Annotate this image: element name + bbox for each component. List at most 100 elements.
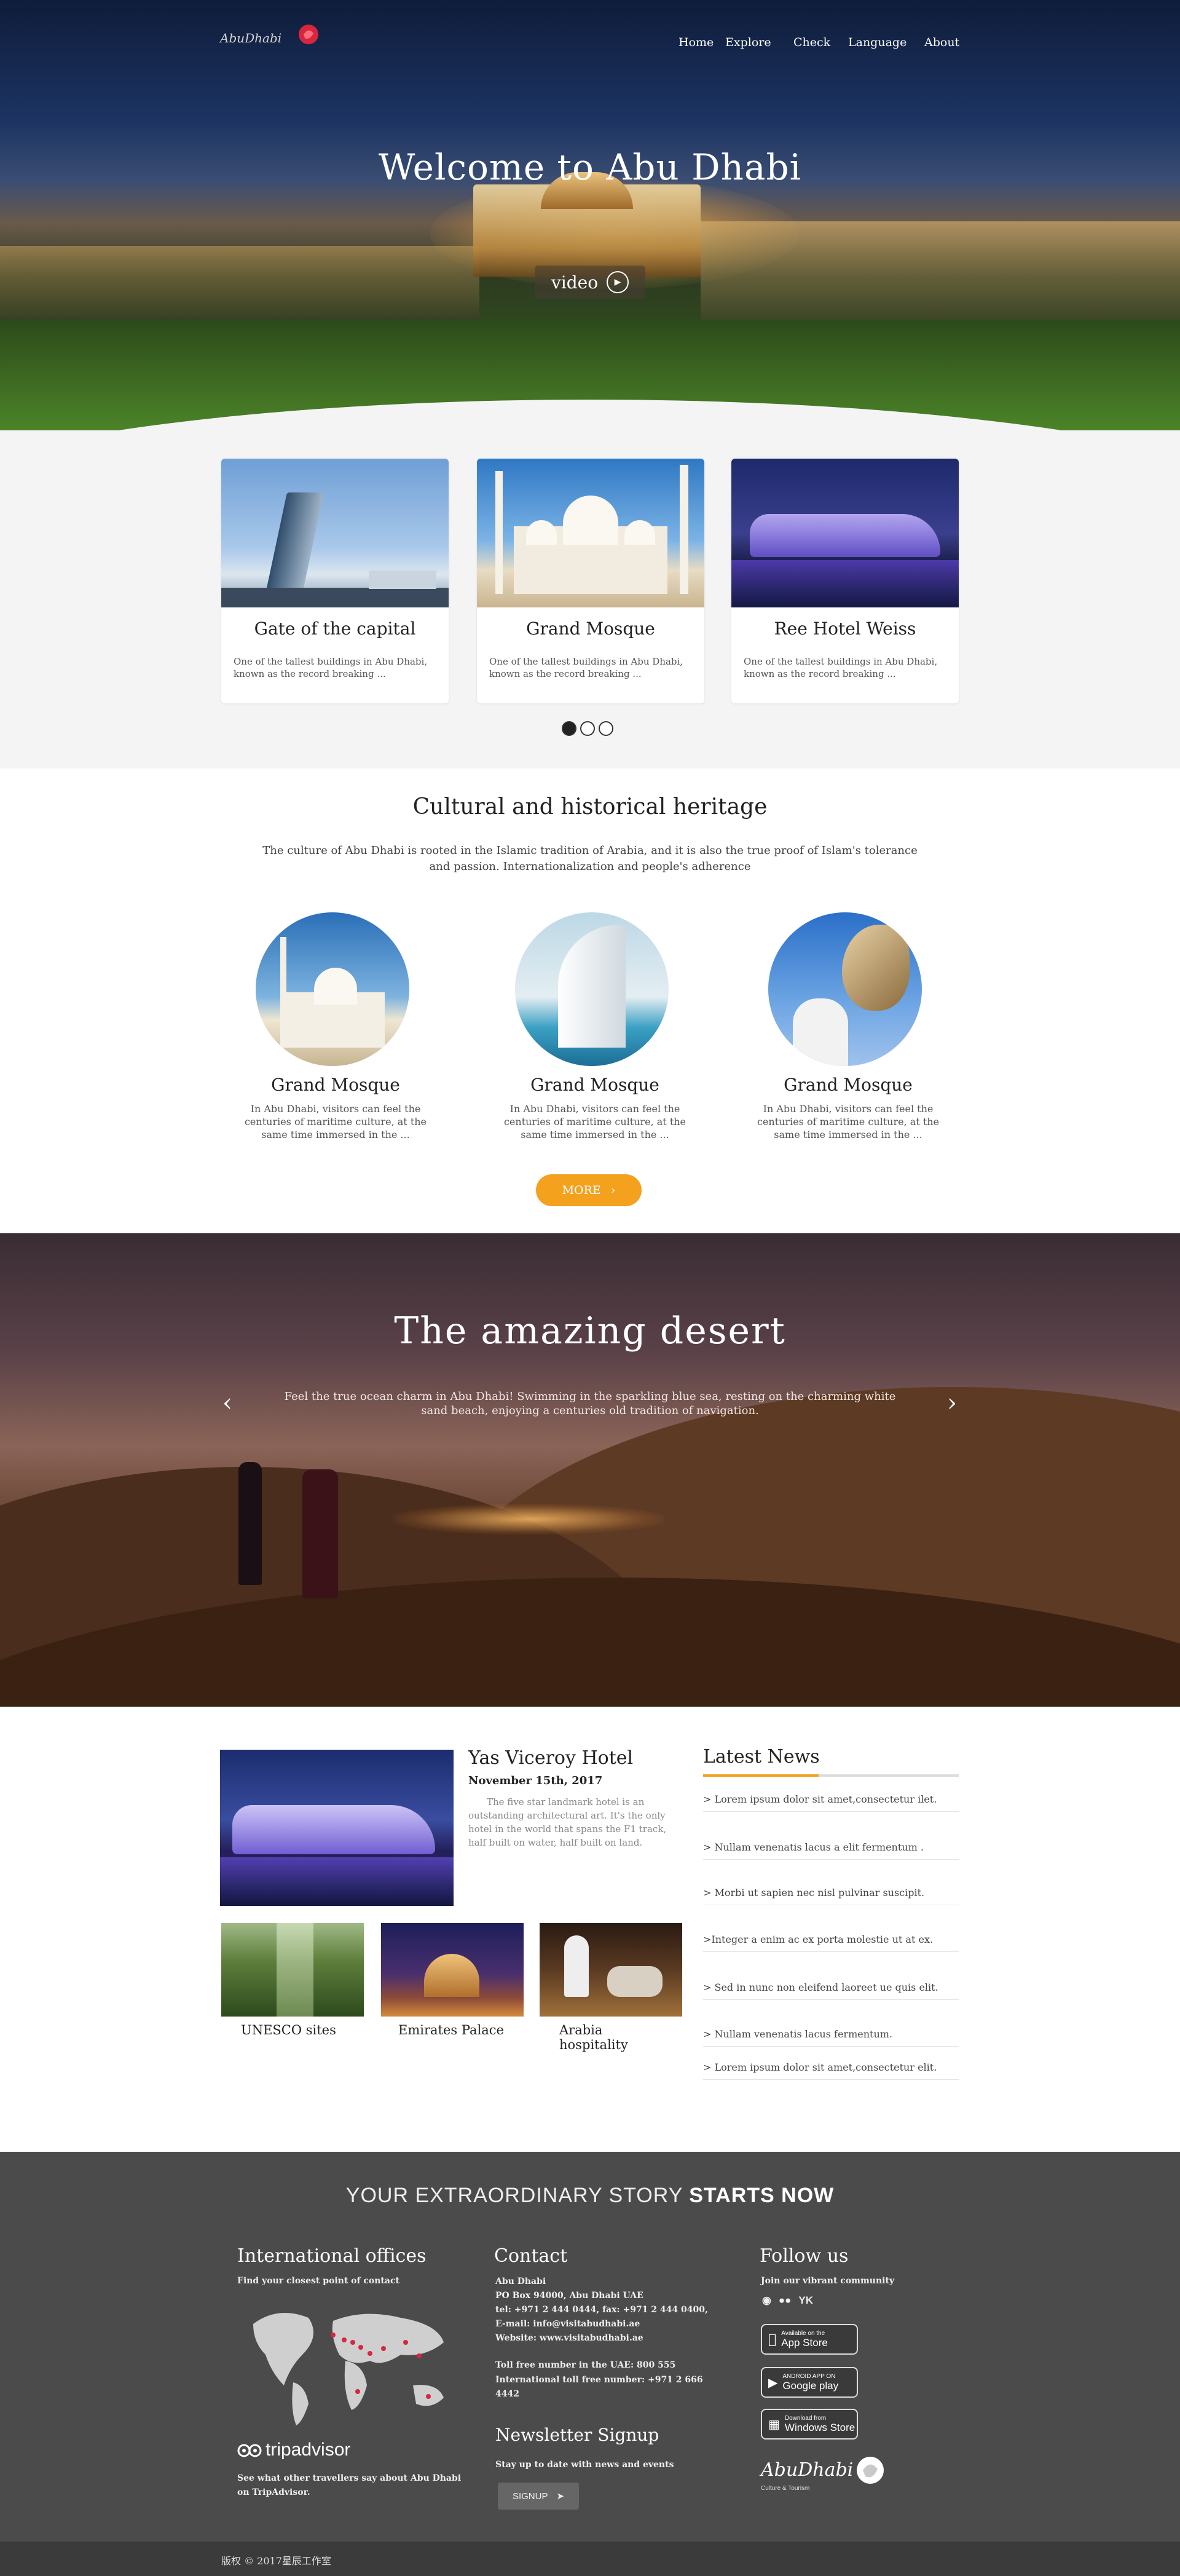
thumb-label[interactable]: Arabia hospitality	[559, 2023, 651, 2052]
video-button[interactable]: video ▶	[535, 266, 645, 299]
carousel-dot-3[interactable]	[599, 721, 613, 736]
tripadvisor-text: tripadvisor	[266, 2440, 351, 2460]
app-store-button[interactable]:  Available on theApp Store	[761, 2324, 858, 2355]
footer-banner: YOUR EXTRAORDINARY STORY STARTS NOW	[0, 2184, 1180, 2208]
thumb-image-hospitality[interactable]	[540, 1923, 682, 2017]
card-image-hotel	[731, 459, 959, 607]
desert-person	[302, 1469, 338, 1598]
nav-home[interactable]: Home	[678, 36, 714, 49]
store-big-text: Windows Store	[784, 2422, 856, 2433]
hero-title: Welcome to Abu Dhabi	[378, 146, 802, 188]
card-ree-hotel[interactable]: Ree Hotel Weiss One of the tallest build…	[731, 459, 959, 703]
video-label: video	[551, 272, 599, 293]
news-item-text: Nullam venenatis lacus a elit fermentum …	[714, 1841, 924, 1853]
tripadvisor-logo[interactable]: tripadvisor	[237, 2440, 350, 2460]
more-button[interactable]: MORE ›	[536, 1174, 642, 1206]
heritage-intro: The culture of Abu Dhabi is rooted in th…	[262, 844, 918, 873]
footer-logo[interactable]: AbuDhabi Culture & Tourism	[761, 2453, 896, 2508]
thumb-label[interactable]: UNESCO sites	[241, 2023, 336, 2037]
site-logo[interactable]: AbuDhabi	[220, 22, 331, 53]
google-play-button[interactable]: ▶ ANDROID APP ON Google play	[761, 2367, 858, 2398]
news-item[interactable]: > Nullam venenatis lacus a elit fermentu…	[703, 1841, 959, 1860]
tripadvisor-owl-icon	[237, 2444, 262, 2457]
card-gate-of-capital[interactable]: Gate of the capital One of the tallest b…	[221, 459, 449, 703]
world-map-icon[interactable]	[241, 2299, 456, 2428]
card-grand-mosque[interactable]: Grand Mosque One of the tallest building…	[477, 459, 704, 703]
heritage-item-text: In Abu Dhabi, visitors can feel the cent…	[757, 1103, 940, 1140]
heritage-item-text: In Abu Dhabi, visitors can feel the cent…	[244, 1103, 427, 1140]
copyright-text: 版权 © 2017星辰工作室	[221, 2555, 331, 2567]
heritage-item-title: Grand Mosque	[530, 1075, 659, 1095]
offices-title: International offices	[237, 2245, 427, 2267]
wechat-icon[interactable]: ●●	[779, 2294, 792, 2307]
news-item[interactable]: > Lorem ipsum dolor sit amet,consectetur…	[703, 1793, 959, 1812]
logo-mark-icon	[857, 2457, 884, 2484]
featured-date: November 15th, 2017	[468, 1774, 603, 1787]
news-item-text: Lorem ipsum dolor sit amet,consectetur i…	[714, 1793, 937, 1805]
nav-about[interactable]: About	[924, 36, 959, 49]
logo-mark-icon	[299, 25, 318, 44]
store-small-text: Available on the	[773, 2330, 825, 2337]
contact-website[interactable]: Website: www.visitabudhabi.ae	[495, 2331, 729, 2345]
heritage-item-title: Grand Mosque	[271, 1075, 400, 1095]
youku-icon[interactable]: YK	[798, 2294, 813, 2307]
hero-banner	[0, 0, 1180, 430]
chevron-right-icon: >	[703, 1981, 715, 1993]
contact-line: tel: +971 2 444 0444, fax: +971 2 444 04…	[495, 2305, 708, 2315]
signup-label: SIGNUP	[512, 2491, 548, 2502]
featured-image-hotel[interactable]	[220, 1750, 454, 1906]
carousel-dot-2[interactable]	[580, 721, 595, 736]
chevron-right-icon[interactable]: ›	[943, 1389, 961, 1416]
heritage-item-title: Grand Mosque	[784, 1075, 913, 1095]
news-divider-accent	[703, 1774, 819, 1777]
card-title: Ree Hotel Weiss	[774, 618, 916, 639]
store-big-text: App Store	[773, 2337, 828, 2349]
contact-intl-toll: International toll free number: +971 2 6…	[495, 2375, 703, 2399]
chevron-right-icon: >	[703, 2061, 715, 2073]
footer-banner-text: YOUR EXTRAORDINARY STORY	[345, 2184, 690, 2207]
latest-news-title: Latest News	[703, 1746, 820, 1768]
thumb-image-unesco[interactable]	[221, 1923, 364, 2017]
contact-line: PO Box 94000, Abu Dhabi UAE	[495, 2291, 643, 2301]
nav-explore[interactable]: Explore	[725, 36, 771, 49]
nav-check[interactable]: Check	[793, 36, 830, 49]
thumb-label[interactable]: Emirates Palace	[398, 2023, 504, 2037]
contact-email[interactable]: E-mail: info@visitabudhabi.ae	[495, 2317, 729, 2331]
windows-store-button[interactable]: ▦ Download from Windows Store	[761, 2409, 858, 2440]
nav-language[interactable]: Language	[848, 36, 907, 49]
logo-text: AbuDhabi	[220, 31, 282, 45]
weibo-icon[interactable]: ◉	[762, 2294, 771, 2307]
chevron-right-icon: >	[703, 1793, 715, 1805]
news-item[interactable]: > Lorem ipsum dolor sit amet,consectetur…	[703, 2061, 959, 2080]
signup-button[interactable]: SIGNUP ➤	[498, 2483, 579, 2510]
news-item-text: Sed in nunc non eleifend laoreet ue quis…	[714, 1981, 938, 1993]
featured-title[interactable]: Yas Viceroy Hotel	[468, 1747, 633, 1769]
store-big-text: Google play	[782, 2380, 839, 2392]
desert-banner	[0, 1233, 1180, 1707]
news-item[interactable]: > Morbi ut sapien nec nisl pulvinar susc…	[703, 1886, 959, 1905]
chevron-left-icon[interactable]: ‹	[218, 1389, 237, 1416]
tripadvisor-text: See what other travellers say about Abu …	[237, 2473, 462, 2497]
card-text: One of the tallest buildings in Abu Dhab…	[489, 656, 683, 679]
contact-toll: Toll free number in the UAE: 800 555	[495, 2360, 676, 2370]
news-item-text: >Integer a enim ac ex porta molestie ut …	[703, 1934, 934, 1945]
offices-subtitle: Find your closest point of contact	[237, 2276, 399, 2286]
desert-person	[238, 1462, 262, 1585]
carousel-dot-1[interactable]	[562, 721, 576, 736]
hero-city-left	[0, 246, 479, 320]
heritage-image-mosque	[256, 912, 409, 1066]
thumb-image-palace[interactable]	[381, 1923, 524, 2017]
carousel-indicators	[562, 721, 618, 737]
send-icon: ➤	[556, 2491, 565, 2502]
news-item[interactable]: > Nullam venenatis lacus fermentum.	[703, 2028, 959, 2047]
news-item[interactable]: >Integer a enim ac ex porta molestie ut …	[703, 1933, 959, 1952]
copyright-bar: 版权 © 2017星辰工作室	[0, 2542, 1180, 2576]
store-small-text: Download from	[784, 2415, 827, 2422]
heritage-image-falcon	[768, 912, 922, 1066]
follow-title: Follow us	[760, 2245, 849, 2267]
chevron-right-icon: ›	[610, 1183, 616, 1197]
news-item[interactable]: > Sed in nunc non eleifend laoreet ue qu…	[703, 1981, 959, 2000]
windows-icon: ▦	[768, 2417, 780, 2432]
footer-banner-bold: STARTS NOW	[689, 2184, 835, 2207]
contact-line: Abu Dhabi	[495, 2277, 546, 2286]
